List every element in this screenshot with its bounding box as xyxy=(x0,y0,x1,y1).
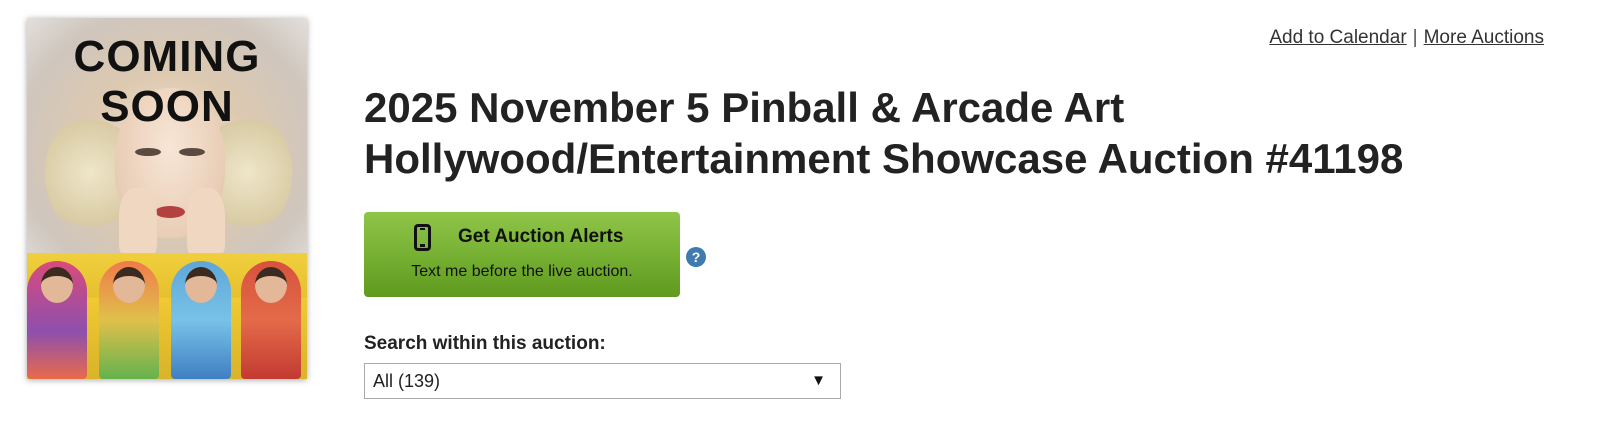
chevron-down-icon: ▼ xyxy=(811,372,826,389)
cover-eye-left xyxy=(135,148,161,156)
cover-figure xyxy=(241,261,301,379)
cover-title: COMING SOON xyxy=(27,32,307,132)
cover-title-line1: COMING xyxy=(73,32,261,81)
get-auction-alerts-button[interactable]: Get Auction Alerts Text me before the li… xyxy=(364,212,680,297)
auction-title-line2: Hollywood/Entertainment Showcase Auction… xyxy=(364,135,1404,182)
search-within-select[interactable]: All (139) ▼ xyxy=(364,363,841,399)
link-separator: | xyxy=(1412,27,1418,48)
cover-figure xyxy=(27,261,87,379)
cover-title-line2: SOON xyxy=(100,82,234,131)
more-auctions-link[interactable]: More Auctions xyxy=(1424,27,1544,48)
select-value: All (139) xyxy=(373,371,441,391)
auction-cover-image: COMING SOON xyxy=(27,18,307,379)
alerts-button-subtitle: Text me before the live auction. xyxy=(411,263,633,280)
cover-figure xyxy=(99,261,159,379)
cover-hand-right xyxy=(187,188,225,258)
cover-band-figures xyxy=(27,253,307,379)
alerts-button-title: Get Auction Alerts xyxy=(458,226,624,247)
header-links: Add to Calendar | More Auctions xyxy=(1269,27,1544,49)
add-to-calendar-link[interactable]: Add to Calendar xyxy=(1269,27,1406,48)
cover-hand-left xyxy=(119,188,157,258)
auction-title: 2025 November 5 Pinball & Arcade Art Hol… xyxy=(364,82,1544,184)
auction-title-line1: 2025 November 5 Pinball & Arcade Art xyxy=(364,84,1125,131)
cover-eye-right xyxy=(179,148,205,156)
cover-figure xyxy=(171,261,231,379)
cover-lips xyxy=(155,206,185,218)
question-icon[interactable]: ? xyxy=(686,247,706,267)
phone-icon xyxy=(414,224,431,251)
search-within-label: Search within this auction: xyxy=(364,333,606,354)
